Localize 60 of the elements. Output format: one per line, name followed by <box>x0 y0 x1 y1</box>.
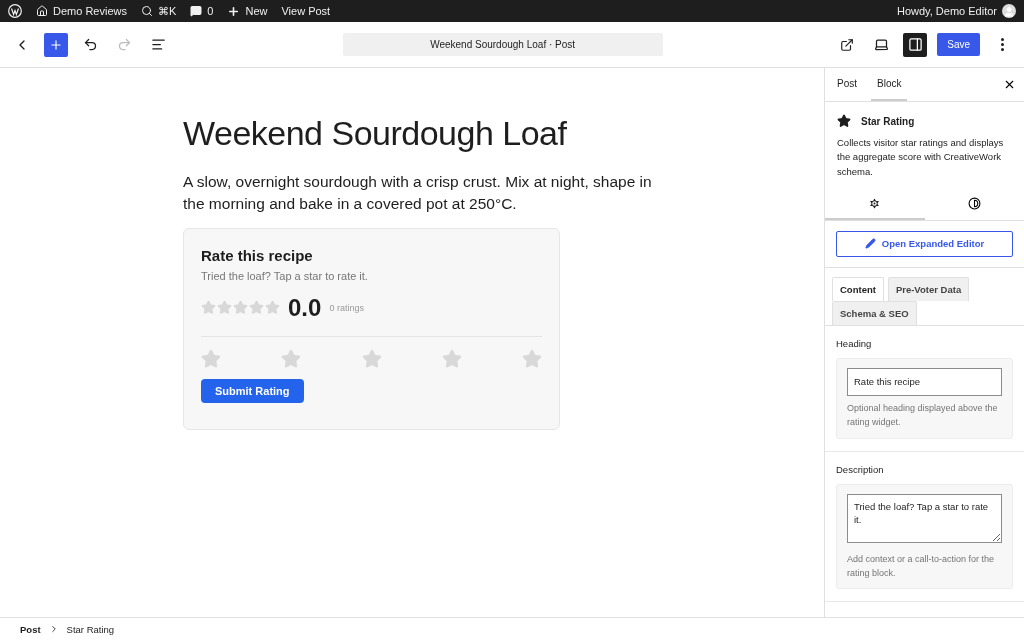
sidebar-tab[interactable]: Block <box>871 68 908 101</box>
star-icon[interactable] <box>361 348 382 369</box>
heading-field[interactable]: Rate this recipe <box>847 367 1002 396</box>
section-tab[interactable]: Pre-Voter Data <box>887 276 970 301</box>
undo-icon <box>82 37 98 52</box>
breadcrumb-item[interactable]: Post <box>20 623 41 635</box>
rating-count: 0 ratings <box>329 302 364 313</box>
search-link[interactable]: ⌘K <box>140 4 177 18</box>
average-score: 0.0 <box>288 293 322 322</box>
star-icon <box>201 300 216 316</box>
sidebar-icon <box>907 37 923 52</box>
star-icon <box>249 300 264 316</box>
expanded-editor-button[interactable]: Open Expanded Editor <box>836 230 1013 257</box>
view-post-link[interactable]: View Post <box>281 5 331 17</box>
block-description: Collects visitor star ratings and displays the aggregate score with CreativeWork schema. <box>837 136 1005 179</box>
settings-icon <box>868 196 882 210</box>
comment-icon <box>190 5 203 17</box>
sidebar-toggle-button[interactable] <box>903 32 928 57</box>
avatar-icon <box>1002 4 1016 18</box>
submit-rating-button[interactable]: Submit Rating <box>201 378 304 403</box>
help-text: Optional heading displayed above the rating widget. <box>847 401 999 430</box>
sidebar-tab[interactable]: Post <box>831 68 863 101</box>
section-tab[interactable]: Content <box>832 276 884 301</box>
star-icon <box>837 114 851 128</box>
description-field[interactable]: Tried the loaf? Tap a star to rate it. <box>847 493 1002 543</box>
card-heading: Rate this recipe <box>201 246 314 264</box>
plus-icon <box>49 37 63 52</box>
list-view-icon <box>150 37 166 52</box>
star-icon[interactable] <box>281 348 302 369</box>
home-icon <box>36 5 48 17</box>
section-tab[interactable]: Schema & SEO <box>832 300 917 325</box>
pencil-icon <box>864 238 876 250</box>
redo-icon <box>116 37 132 52</box>
post-title[interactable]: Weekend Sourdough Loaf <box>183 114 824 153</box>
card-description: Tried the loaf? Tap a star to rate it. <box>201 269 369 282</box>
star-icon <box>265 300 280 316</box>
post-excerpt[interactable]: A slow, overnight sourdough with a crisp crust. Mix at night, shape in the morning and bake in a covered pot at 250°C. <box>183 171 653 216</box>
account-link[interactable]: Howdy, Demo Editor <box>896 4 1016 18</box>
external-link-icon <box>840 37 855 52</box>
star-icon[interactable] <box>522 348 542 369</box>
save-button[interactable]: Save <box>937 33 980 56</box>
star-icon[interactable] <box>201 348 221 369</box>
wordpress-logo-icon[interactable] <box>8 4 22 18</box>
star-icon <box>233 300 248 316</box>
laptop-icon <box>873 37 889 52</box>
plus-icon <box>227 4 241 18</box>
new-link[interactable]: New <box>227 4 268 18</box>
field-label: Heading <box>836 337 873 349</box>
site-link[interactable]: Demo Reviews <box>36 5 127 17</box>
block-name: Star Rating <box>861 115 915 127</box>
document-title[interactable]: Weekend Sourdough Loaf · Post <box>342 33 663 56</box>
help-text: Add context or a call-to-action for the rating block. <box>847 552 996 580</box>
field-label: Description <box>836 463 885 475</box>
add-block-button[interactable] <box>44 32 68 57</box>
more-icon <box>1000 38 1004 51</box>
star-icon[interactable] <box>441 348 462 369</box>
search-icon <box>140 5 153 17</box>
breadcrumb-item[interactable]: Star Rating <box>66 623 115 635</box>
star-icon <box>217 300 232 316</box>
comments-link[interactable]: 0 <box>190 5 214 17</box>
